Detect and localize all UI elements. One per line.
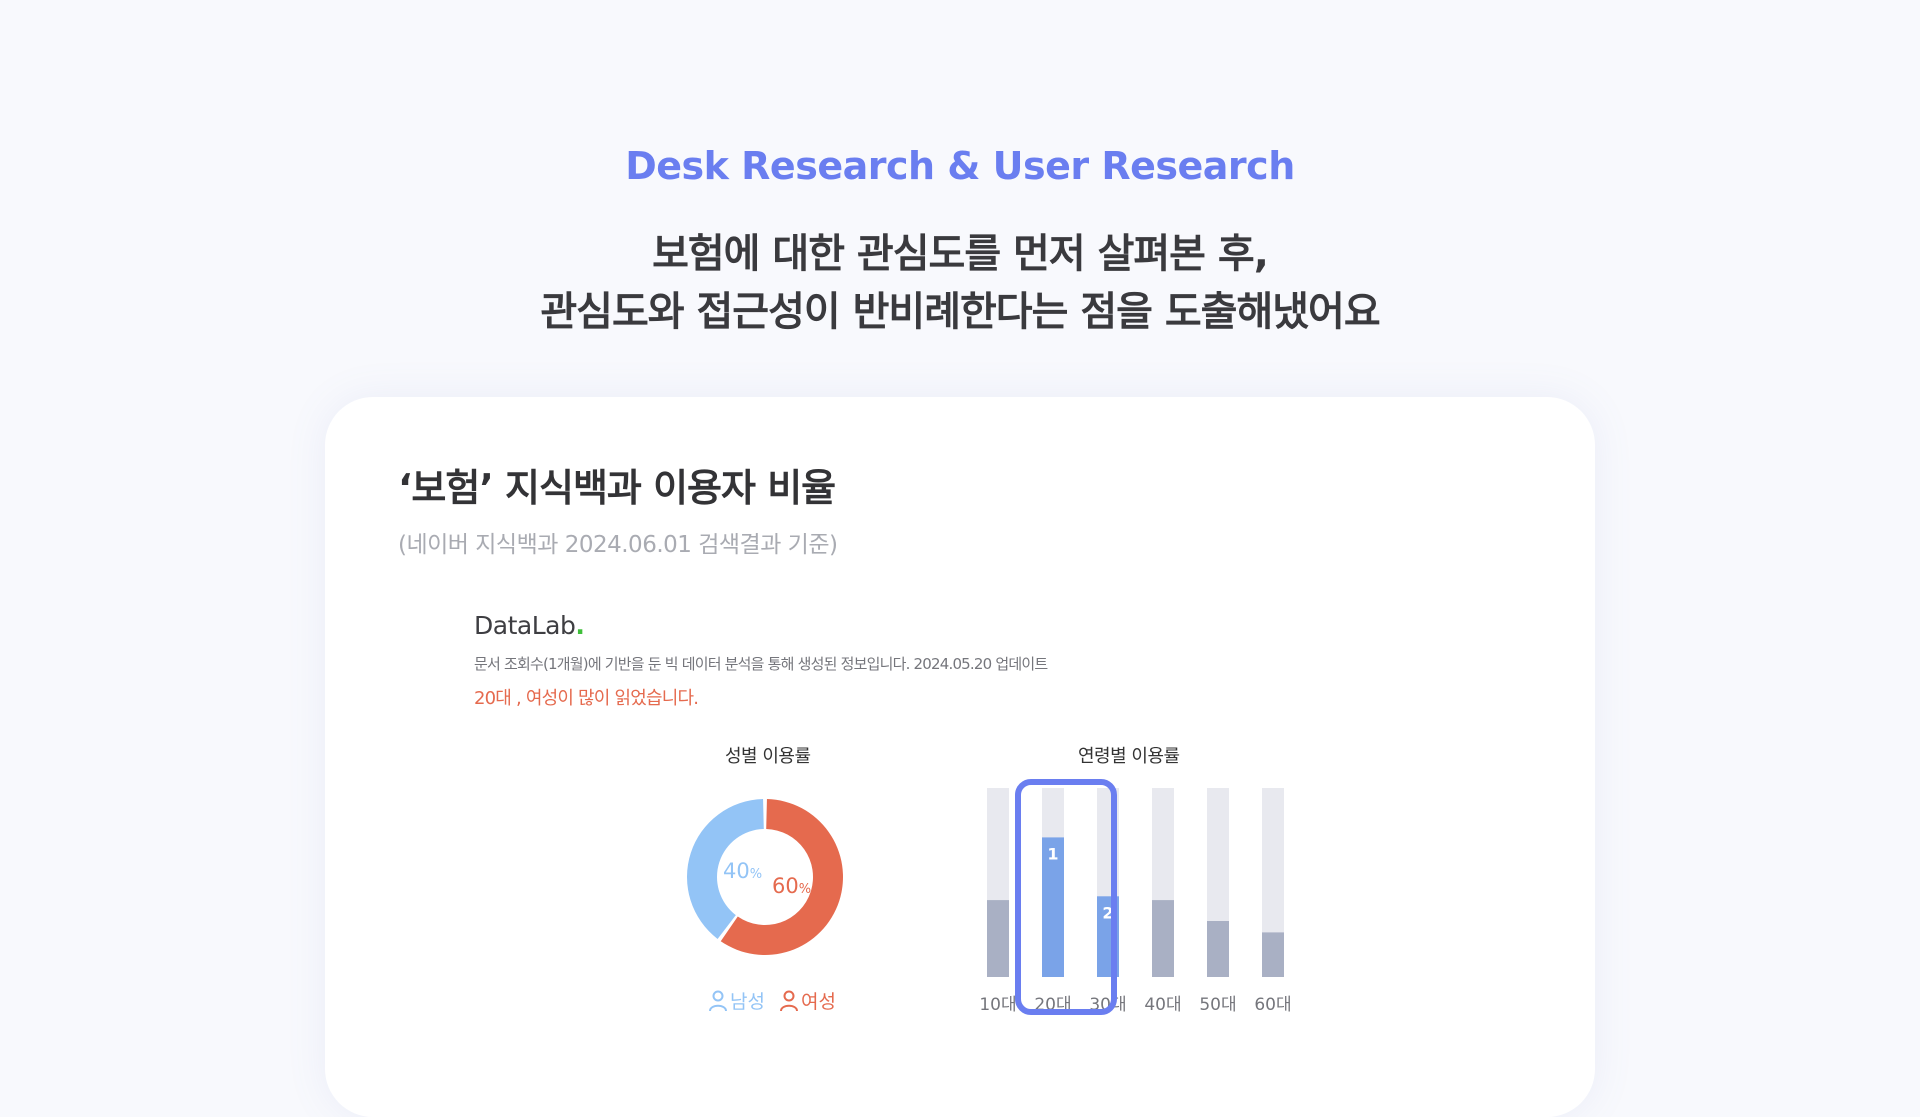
headline-line-1: 보험에 대한 관심도를 먼저 살펴본 후, — [652, 231, 1269, 277]
male-percent-label: 40% — [723, 859, 762, 883]
female-percent-unit: % — [798, 882, 812, 897]
section-headline: 보험에 대한 관심도를 먼저 살펴본 후, 관심도와 접근성이 반비례한다는 점… — [0, 225, 1920, 341]
age-chart-title: 연령별 이용률 — [1078, 746, 1180, 767]
card-subtitle: (네이버 지식백과 2024.06.01 검색결과 기준) — [398, 532, 838, 558]
highlight-focus-box — [1015, 779, 1117, 1015]
gender-chart-title: 성별 이용률 — [725, 746, 811, 767]
age-tick-label: 50대 — [1199, 995, 1237, 1015]
gender-donut-chart — [687, 799, 843, 955]
bar-40대 — [1152, 900, 1174, 977]
male-percent-value: 40 — [723, 859, 750, 883]
bar-60대 — [1262, 932, 1284, 977]
datalab-description: 문서 조회수(1개월)에 기반을 둔 빅 데이터 분석을 통해 생성된 정보입니… — [474, 655, 1048, 673]
age-tick-label: 10대 — [979, 995, 1017, 1015]
female-percent-label: 60% — [772, 874, 811, 898]
age-tick-label: 60대 — [1254, 995, 1292, 1015]
age-tick-label: 40대 — [1144, 995, 1182, 1015]
bar-10대 — [987, 900, 1009, 977]
female-percent-value: 60 — [772, 874, 799, 898]
male-user-icon — [709, 990, 727, 1011]
male-percent-unit: % — [749, 867, 763, 882]
legend-female-label: 여성 — [800, 991, 836, 1013]
headline-line-2: 관심도와 접근성이 반비례한다는 점을 도출해냈어요 — [540, 289, 1380, 335]
datalab-highlight: 20대 , 여성이 많이 읽었습니다. — [474, 688, 699, 709]
legend-female: 여성 — [779, 987, 836, 1014]
logo-text: DataLab — [474, 611, 576, 640]
section-eyebrow: Desk Research & User Research — [625, 144, 1295, 188]
datalab-logo: DataLab. — [474, 611, 585, 640]
research-card: ‘보험’ 지식백과 이용자 비율 (네이버 지식백과 2024.06.01 검색… — [325, 397, 1595, 1117]
bar-50대 — [1207, 921, 1229, 977]
legend-male-label: 남성 — [730, 991, 765, 1013]
card-title: ‘보험’ 지식백과 이용자 비율 — [398, 466, 836, 510]
logo-dot: . — [575, 611, 585, 640]
legend-male: 남성 — [708, 987, 765, 1014]
gender-legend: 남성 여성 — [708, 987, 836, 1014]
female-user-icon — [779, 990, 798, 1011]
